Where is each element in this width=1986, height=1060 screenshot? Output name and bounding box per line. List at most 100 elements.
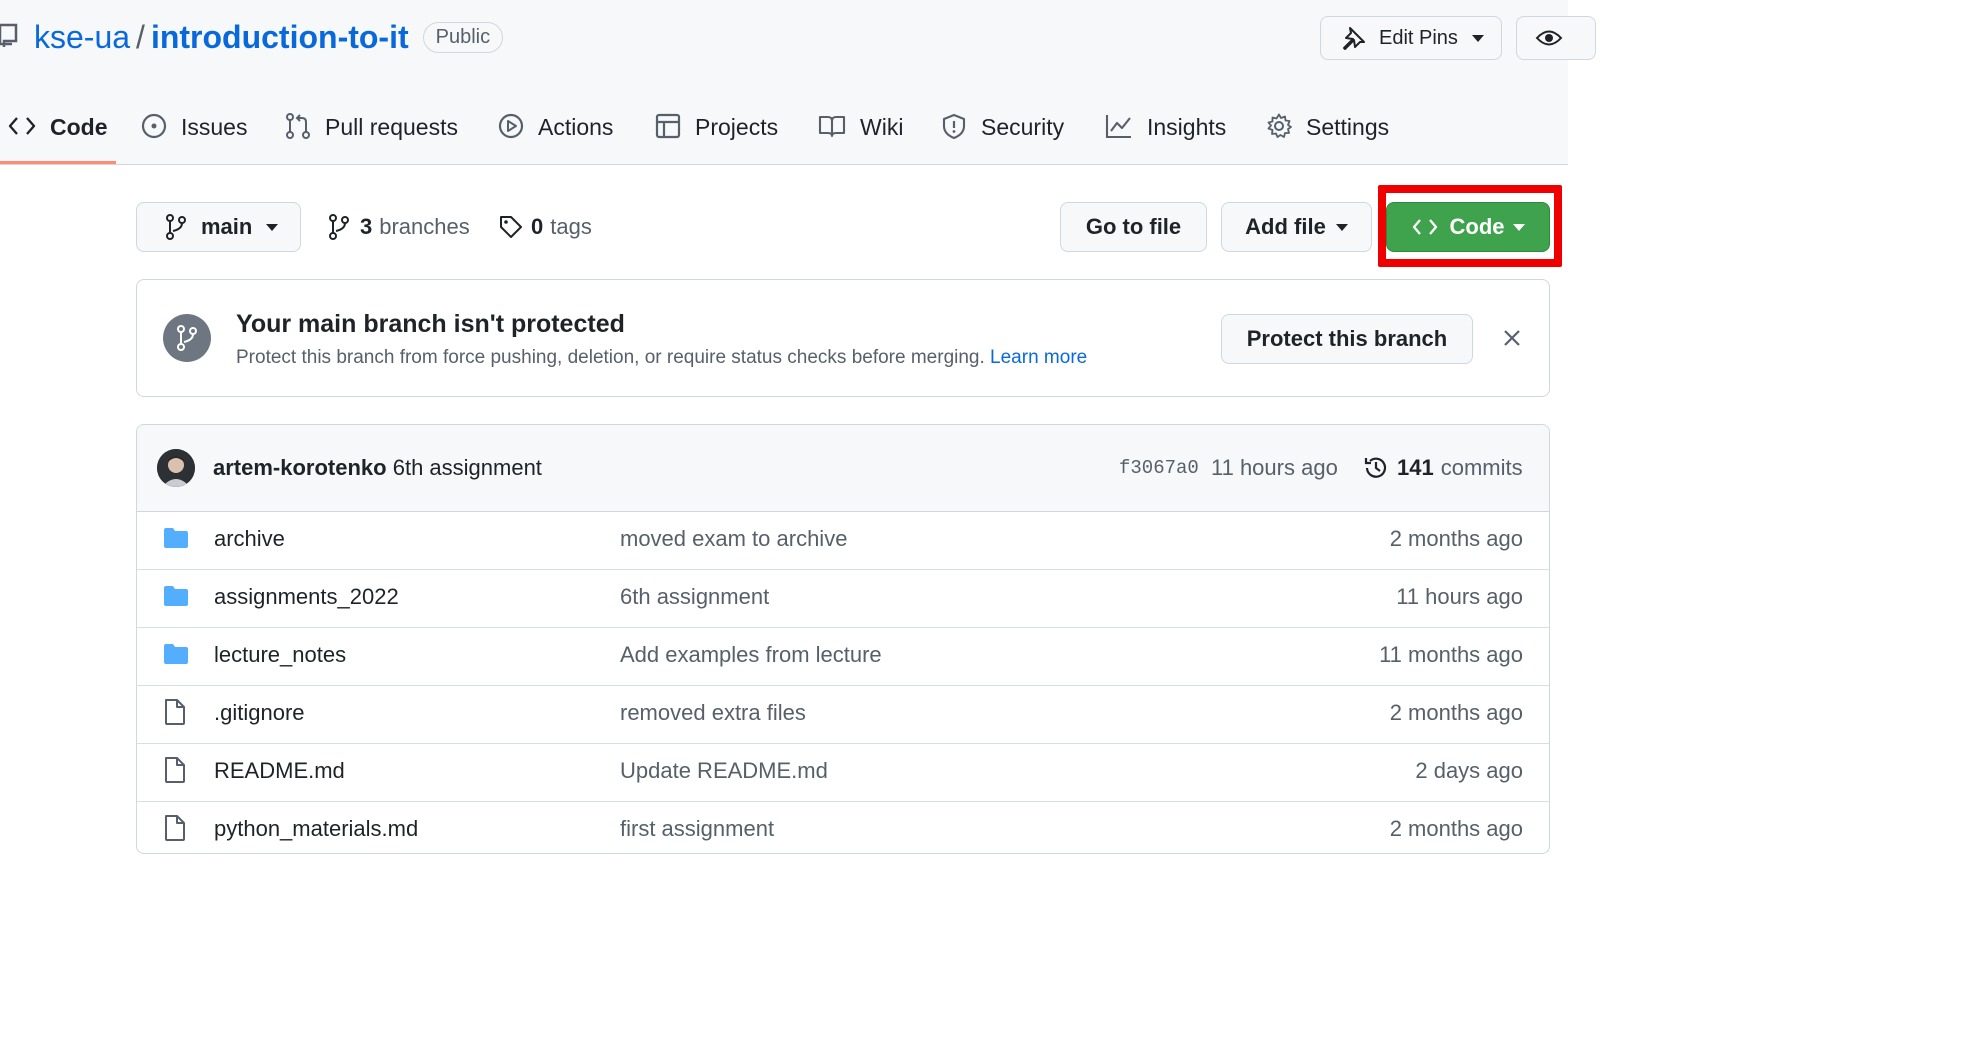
protect-branch-label: Protect this branch	[1246, 326, 1448, 351]
repo-name-link[interactable]: introduction-to-it	[151, 19, 409, 56]
edit-pins-button[interactable]: Edit Pins	[1320, 16, 1502, 60]
file-age: 2 days ago	[1415, 758, 1523, 783]
tags-link[interactable]: 0 tags	[499, 214, 592, 240]
tags-label: tags	[550, 214, 592, 239]
commits-count: 141	[1397, 455, 1434, 480]
tab-security[interactable]: Security	[941, 100, 1064, 164]
tab-wiki[interactable]: Wiki	[818, 100, 903, 164]
tab-code[interactable]: Code	[8, 100, 108, 164]
code-icon	[8, 113, 36, 139]
go-to-file-button[interactable]: Go to file	[1060, 202, 1207, 252]
table-icon	[655, 113, 681, 139]
table-row[interactable]: lecture_notes Add examples from lecture …	[137, 627, 1549, 686]
branch-protection-banner: Your main branch isn't protected Protect…	[136, 279, 1550, 397]
repo-owner-link[interactable]: kse-ua	[34, 19, 130, 56]
go-to-file-label: Go to file	[1085, 214, 1182, 239]
file-icon	[163, 757, 187, 783]
file-commit-message[interactable]: removed extra files	[620, 700, 806, 726]
graph-icon	[1105, 113, 1133, 139]
tab-label: Code	[50, 114, 108, 140]
repo-title: kse-ua / introduction-to-it Public	[34, 16, 504, 58]
file-name[interactable]: README.md	[214, 758, 345, 784]
file-name[interactable]: .gitignore	[214, 700, 305, 726]
commits-label: commits	[1440, 455, 1523, 480]
commit-sha[interactable]: f3067a0	[1119, 457, 1199, 479]
tab-actions[interactable]: Actions	[498, 100, 613, 164]
commit-message[interactable]: 6th assignment	[393, 455, 542, 480]
branches-label: branches	[379, 214, 470, 239]
folder-icon	[163, 643, 189, 665]
repo-separator: /	[136, 18, 145, 55]
chevron-down-icon	[266, 223, 279, 231]
commit-summary: artem-korotenko 6th assignment	[213, 455, 542, 481]
branch-icon	[163, 314, 211, 362]
pin-icon	[1341, 25, 1367, 51]
tab-label: Pull requests	[325, 114, 458, 140]
table-row[interactable]: .gitignore removed extra files 2 months …	[137, 685, 1549, 744]
folder-icon	[163, 585, 189, 607]
file-commit-message[interactable]: moved exam to archive	[620, 526, 847, 552]
protect-branch-button[interactable]: Protect this branch	[1221, 314, 1473, 364]
chevron-down-icon	[1335, 223, 1348, 231]
file-name[interactable]: python_materials.md	[214, 816, 418, 842]
repo-header: kse-ua / introduction-to-it Public Edit …	[0, 0, 1596, 165]
add-file-button[interactable]: Add file	[1221, 202, 1372, 252]
tab-settings[interactable]: Settings	[1266, 100, 1389, 164]
avatar[interactable]	[157, 449, 195, 487]
file-age: 2 months ago	[1389, 816, 1523, 841]
file-age: 11 months ago	[1379, 642, 1523, 667]
shield-icon	[941, 113, 967, 139]
pull-request-icon	[285, 113, 311, 139]
tab-label: Projects	[695, 114, 779, 140]
file-name[interactable]: lecture_notes	[214, 642, 346, 668]
tab-label: Wiki	[860, 114, 904, 140]
file-icon	[163, 699, 187, 725]
tab-issues[interactable]: Issues	[141, 100, 247, 164]
file-commit-message[interactable]: first assignment	[620, 816, 774, 842]
table-row[interactable]: assignments_2022 6th assignment 11 hours…	[137, 569, 1549, 628]
branch-icon	[328, 214, 350, 240]
tab-label: Actions	[538, 114, 614, 140]
file-age: 2 months ago	[1389, 700, 1523, 725]
tab-label: Issues	[181, 114, 248, 140]
table-row[interactable]: archive moved exam to archive 2 months a…	[137, 511, 1549, 570]
tag-icon	[499, 214, 523, 240]
gear-icon	[1266, 113, 1292, 139]
file-table: artem-korotenko 6th assignment f3067a0 1…	[136, 424, 1550, 854]
active-tab-indicator	[0, 161, 116, 164]
tags-count: 0	[531, 214, 544, 239]
tab-label: Insights	[1147, 114, 1227, 140]
commit-author[interactable]: artem-korotenko	[213, 455, 387, 480]
learn-more-link[interactable]: Learn more	[990, 347, 1087, 368]
chevron-down-icon	[1471, 34, 1484, 42]
commit-time: 11 hours ago	[1211, 455, 1338, 480]
commits-link[interactable]: 141 commits	[1363, 455, 1523, 481]
file-commit-message[interactable]: 6th assignment	[620, 584, 769, 610]
banner-text: Protect this branch from force pushing, …	[236, 347, 985, 368]
file-commit-message[interactable]: Update README.md	[620, 758, 828, 784]
eye-icon	[1535, 27, 1563, 49]
file-age: 2 months ago	[1389, 526, 1523, 551]
visibility-badge: Public	[422, 21, 504, 53]
branches-link[interactable]: 3 branches	[328, 214, 470, 240]
highlight-box	[1378, 185, 1562, 267]
folder-icon	[163, 527, 189, 549]
watch-button[interactable]	[1516, 16, 1596, 60]
branches-count: 3	[360, 214, 373, 239]
banner-text-line: Protect this branch from force pushing, …	[236, 347, 1087, 369]
branch-select-button[interactable]: main	[136, 202, 301, 252]
tab-projects[interactable]: Projects	[655, 100, 778, 164]
branch-icon	[165, 214, 187, 240]
file-commit-message[interactable]: Add examples from lecture	[620, 642, 882, 668]
play-icon	[498, 113, 524, 139]
file-name[interactable]: archive	[214, 526, 285, 552]
tab-label: Settings	[1306, 114, 1390, 140]
branch-name: main	[201, 214, 253, 239]
table-row[interactable]: python_materials.md first assignment 2 m…	[137, 801, 1549, 853]
table-row[interactable]: README.md Update README.md 2 days ago	[137, 743, 1549, 802]
tab-pull-requests[interactable]: Pull requests	[285, 100, 458, 164]
tab-insights[interactable]: Insights	[1105, 100, 1226, 164]
file-name[interactable]: assignments_2022	[214, 584, 399, 610]
edit-pins-label: Edit Pins	[1379, 26, 1458, 49]
close-icon[interactable]	[1503, 329, 1521, 347]
